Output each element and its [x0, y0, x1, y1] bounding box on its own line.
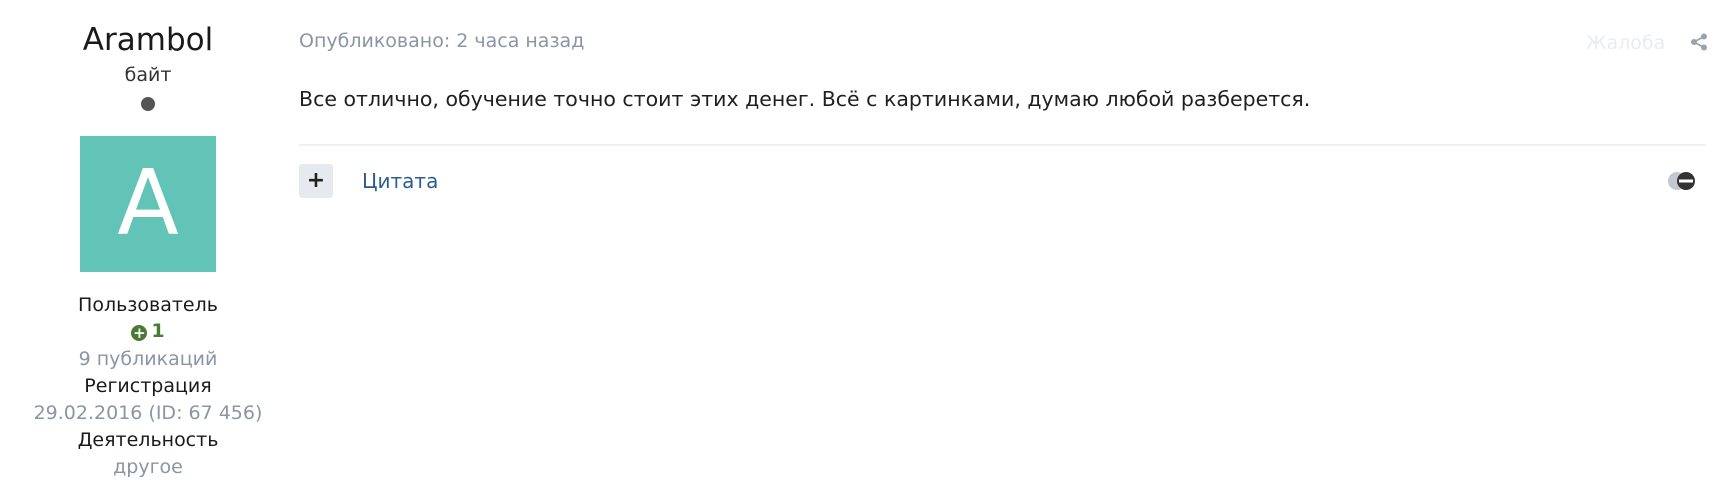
post-date[interactable]: Опубликовано: 2 часа назад — [299, 28, 584, 54]
divider — [299, 144, 1706, 146]
author-group: Пользователь — [78, 294, 218, 316]
plus-circle-icon: + — [131, 324, 148, 342]
author-name[interactable]: Arambol — [0, 18, 296, 62]
avatar[interactable]: A — [80, 136, 216, 272]
forum-post: Arambol байт A Пользователь +1 9 публика… — [0, 0, 1719, 494]
activity-value: другое — [113, 456, 183, 478]
author-title: байт — [124, 64, 172, 86]
report-link[interactable]: Жалоба — [1586, 30, 1665, 56]
posts-count: 9 публикаций — [78, 348, 218, 370]
ignore-user-icon[interactable] — [1666, 170, 1698, 192]
reputation-value: 1 — [151, 320, 165, 342]
avatar-letter: A — [117, 151, 179, 256]
multiquote-button[interactable]: + — [299, 164, 333, 198]
reputation-badge: +1 — [0, 318, 296, 344]
registration-label: Регистрация — [84, 375, 212, 397]
post-content: Все отлично, обучение точно стоит этих д… — [299, 87, 1311, 111]
quote-link[interactable]: Цитата — [362, 167, 438, 195]
share-icon[interactable] — [1690, 33, 1708, 51]
activity-label: Деятельность — [77, 429, 219, 451]
registration-value: 29.02.2016 (ID: 67 456) — [33, 402, 263, 424]
online-status-dot-icon — [141, 97, 155, 111]
